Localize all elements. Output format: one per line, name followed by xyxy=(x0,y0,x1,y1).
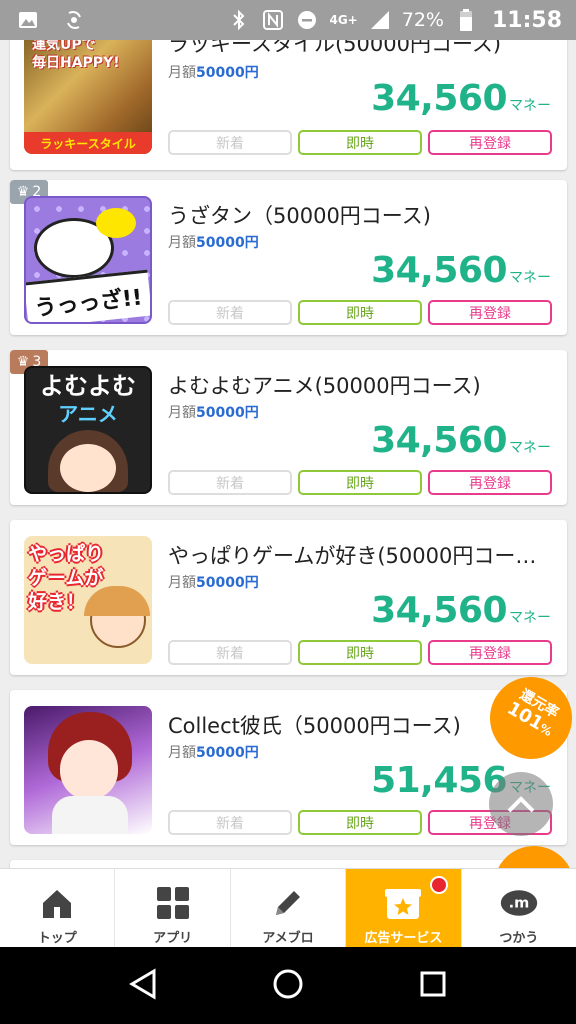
monthly-price: 月額50000円 xyxy=(168,235,259,251)
pencil-icon xyxy=(268,883,308,923)
monthly-price: 月額50000円 xyxy=(168,575,259,591)
monthly-price: 月額50000円 xyxy=(168,745,259,761)
monthly-price: 月額50000円 xyxy=(168,405,259,421)
thumb-text: アニメ xyxy=(58,402,118,426)
app-thumbnail[interactable]: 運気UPで 毎日HAPPY! ラッキースタイル xyxy=(24,40,152,154)
tag-reregister: 再登録 xyxy=(428,130,552,155)
money-coin-icon: .m xyxy=(499,883,539,923)
recents-icon xyxy=(420,971,446,996)
offer-card[interactable] xyxy=(10,860,567,868)
network-type: 4G+ xyxy=(329,13,358,27)
offer-card[interactable]: やっぱり ゲームが 好き！ やっぱりゲームが好き(50000円コー… 月額500… xyxy=(10,520,567,675)
reward-amount: 34,560 マネー xyxy=(371,78,551,119)
thumb-text: 運気UPで xyxy=(32,40,96,53)
thumb-text: やっぱり xyxy=(28,543,105,565)
image-icon xyxy=(16,8,40,32)
thumb-text: 毎日HAPPY! xyxy=(32,55,120,71)
thumb-text: うっっざ!! xyxy=(26,269,150,322)
tag-instant: 即時 xyxy=(298,130,422,155)
chevron-up-icon xyxy=(507,796,535,813)
app-thumbnail[interactable]: うっっざ!! xyxy=(24,196,152,324)
app-thumbnail[interactable]: やっぱり ゲームが 好き！ xyxy=(24,536,152,664)
tab-label: アメブロ xyxy=(262,931,314,946)
tag-new: 新着 xyxy=(168,640,292,665)
battery-icon xyxy=(454,8,478,32)
system-nav-bar xyxy=(0,947,576,1024)
offer-card[interactable]: Collect彼氏（50000円コース) 月額50000円 51,456マネー … xyxy=(10,690,567,845)
app-title[interactable]: ラッキースタイル(50000円コース) xyxy=(168,40,558,58)
offer-card[interactable]: 運気UPで 毎日HAPPY! ラッキースタイル ラッキースタイル(50000円コ… xyxy=(10,40,567,170)
reward-amount: 34,560 マネー xyxy=(371,250,551,291)
offer-list[interactable]: 運気UPで 毎日HAPPY! ラッキースタイル ラッキースタイル(50000円コ… xyxy=(0,40,576,868)
star-box-icon xyxy=(383,883,423,923)
dnd-icon xyxy=(295,8,319,32)
tag-instant: 即時 xyxy=(298,300,422,325)
home-button[interactable] xyxy=(271,967,305,1005)
tab-top[interactable]: トップ xyxy=(0,869,116,947)
battery-percent: 72% xyxy=(401,9,444,31)
tag-reregister: 再登録 xyxy=(428,300,552,325)
tag-instant: 即時 xyxy=(298,640,422,665)
offer-card[interactable]: ♛ 2 うっっざ!! うざタン（50000円コース) 月額50000円 34,56… xyxy=(10,180,567,335)
app-thumbnail[interactable] xyxy=(24,706,152,834)
offer-card[interactable]: ♛ 3 よむよむ アニメ よむよむアニメ(50000円コース) 月額50000円 … xyxy=(10,350,567,505)
recents-button[interactable] xyxy=(416,967,450,1005)
apps-grid-icon xyxy=(153,883,193,923)
reward-amount: 34,560 マネー xyxy=(371,420,551,461)
tag-new: 新着 xyxy=(168,470,292,495)
thumb-text: よむよむ xyxy=(40,372,136,400)
tab-ameblo[interactable]: アメブロ xyxy=(231,869,347,947)
back-button[interactable] xyxy=(126,967,160,1005)
tag-reregister: 再登録 xyxy=(428,470,552,495)
thumb-text: ラッキースタイル xyxy=(24,132,152,154)
clock: 11:58 xyxy=(491,7,562,33)
tab-use[interactable]: .m つかう xyxy=(462,869,576,947)
tag-reregister: 再登録 xyxy=(428,640,552,665)
nfc-icon xyxy=(261,8,285,32)
bluetooth-icon xyxy=(227,8,251,32)
tag-instant: 即時 xyxy=(298,470,422,495)
app-title[interactable]: よむよむアニメ(50000円コース) xyxy=(168,370,558,400)
scroll-to-top-button[interactable] xyxy=(489,772,553,836)
sync-icon xyxy=(62,8,86,32)
tag-new: 新着 xyxy=(168,810,292,835)
bottom-tab-bar: トップ アプリ アメブロ 広告サービス .m つかう xyxy=(0,868,576,947)
tag-new: 新着 xyxy=(168,300,292,325)
back-icon xyxy=(128,967,156,1000)
home-circle-icon xyxy=(273,969,303,998)
svg-text:.m: .m xyxy=(508,896,529,912)
tab-apps[interactable]: アプリ xyxy=(115,869,231,947)
tab-label: つかう xyxy=(499,931,539,946)
home-icon xyxy=(37,883,77,923)
thumb-text: ゲームが xyxy=(28,567,104,589)
tag-new: 新着 xyxy=(168,130,292,155)
monthly-price: 月額50000円 xyxy=(168,65,259,81)
notification-dot xyxy=(430,876,449,894)
app-title[interactable]: うざタン（50000円コース) xyxy=(168,200,558,230)
tab-ad-service[interactable]: 広告サービス xyxy=(346,869,462,947)
tab-label: トップ xyxy=(37,931,77,946)
status-bar: 4G+ 72% 11:58 xyxy=(0,0,576,40)
signal-icon xyxy=(368,8,392,32)
app-thumbnail[interactable]: よむよむ アニメ xyxy=(24,366,152,494)
reward-amount: 34,560 マネー xyxy=(371,590,551,631)
tag-instant: 即時 xyxy=(298,810,422,835)
app-title[interactable]: やっぱりゲームが好き(50000円コー… xyxy=(168,540,558,570)
tab-label: アプリ xyxy=(153,931,193,946)
tab-label: 広告サービス xyxy=(364,931,443,946)
